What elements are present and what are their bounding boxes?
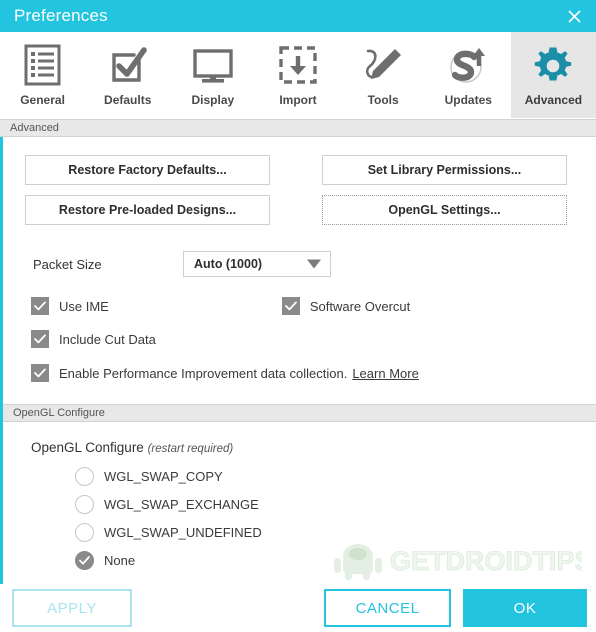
opengl-settings-button[interactable]: OpenGL Settings... [322, 195, 567, 225]
cancel-label: CANCEL [355, 599, 420, 617]
restore-preloaded-designs-label: Restore Pre-loaded Designs... [58, 203, 237, 217]
tab-display-label: Display [191, 93, 235, 107]
enable-performance-improvement-label: Enable Performance Improvement data coll… [59, 365, 348, 381]
software-overcut-checkbox[interactable] [281, 297, 300, 315]
radio-wgl-swap-undefined-label: WGL_SWAP_UNDEFINED [104, 525, 262, 540]
monitor-icon [191, 43, 235, 89]
restore-factory-defaults-label: Restore Factory Defaults... [68, 163, 227, 177]
check-glyph [34, 301, 46, 311]
opengl-pane: OpenGL Configure (restart required) WGL_… [3, 422, 596, 570]
action-buttons-right: Set Library Permissions... OpenGL Settin… [322, 155, 567, 225]
action-buttons-left: Restore Factory Defaults... Restore Pre-… [25, 155, 270, 225]
use-ime-checkbox[interactable] [31, 297, 49, 315]
software-overcut-group: Software Overcut [281, 297, 411, 315]
s-update-arrow-icon [446, 43, 490, 89]
set-library-permissions-label: Set Library Permissions... [367, 163, 522, 177]
opengl-settings-label: OpenGL Settings... [388, 203, 501, 217]
tab-tools[interactable]: Tools [341, 32, 426, 118]
check-glyph [79, 556, 90, 565]
section-header-opengl-label: OpenGL Configure [13, 407, 105, 419]
checkbox-row-1: Use IME Software Overcut [3, 277, 596, 315]
opengl-configure-title: OpenGL Configure (restart required) [3, 422, 596, 455]
tab-display[interactable]: Display [170, 32, 255, 118]
apply-button[interactable]: APPLY [12, 589, 132, 627]
use-ime-label: Use IME [59, 298, 109, 314]
enable-performance-improvement-checkbox[interactable] [31, 364, 49, 382]
close-glyph [567, 9, 581, 23]
section-header-advanced-label: Advanced [10, 122, 59, 134]
radio-wgl-swap-undefined[interactable]: WGL_SWAP_UNDEFINED [3, 523, 596, 542]
tab-general-label: General [20, 93, 65, 107]
packet-size-label: Packet Size [33, 256, 102, 272]
tab-advanced[interactable]: Advanced [510, 32, 596, 118]
software-overcut-label: Software Overcut [309, 298, 411, 314]
radio-wgl-swap-copy[interactable]: WGL_SWAP_COPY [3, 467, 596, 486]
preferences-dialog: Preferences General Defaults Display Imp… [0, 0, 596, 632]
tab-advanced-label: Advanced [524, 93, 583, 107]
list-document-icon [22, 43, 64, 89]
packet-size-select[interactable]: Auto (1000) [183, 251, 331, 277]
chevron-down-icon [307, 259, 321, 269]
opengl-configure-hint: (restart required) [147, 443, 234, 455]
packet-size-value: Auto (1000) [194, 257, 263, 271]
radio-circle [75, 495, 94, 514]
apply-label: APPLY [47, 599, 97, 617]
tab-strip: General Defaults Display Import Tools Up… [0, 32, 596, 119]
include-cut-data-label: Include Cut Data [59, 331, 156, 347]
radio-wgl-swap-exchange-label: WGL_SWAP_EXCHANGE [104, 497, 259, 512]
gear-icon [532, 43, 574, 89]
ok-label: OK [513, 599, 537, 617]
window-title: Preferences [14, 6, 108, 25]
include-cut-data-checkbox[interactable] [31, 330, 49, 348]
checkbox-check-icon [107, 43, 149, 89]
checkbox-row-3: Enable Performance Improvement data coll… [3, 348, 596, 382]
tab-tools-label: Tools [367, 93, 399, 107]
learn-more-link[interactable]: Learn More [352, 366, 418, 381]
tab-import-label: Import [279, 93, 317, 107]
tab-general[interactable]: General [0, 32, 85, 118]
restore-factory-defaults-button[interactable]: Restore Factory Defaults... [25, 155, 270, 185]
tab-defaults[interactable]: Defaults [85, 32, 170, 118]
radio-wgl-swap-exchange[interactable]: WGL_SWAP_EXCHANGE [3, 495, 596, 514]
close-icon[interactable] [552, 0, 596, 32]
tab-import[interactable]: Import [255, 32, 340, 118]
radio-circle-selected [75, 551, 94, 570]
tab-updates-label: Updates [444, 93, 492, 107]
opengl-configure-title-text: OpenGL Configure [31, 440, 144, 455]
dialog-footer: APPLY CANCEL OK [0, 584, 596, 632]
radio-wgl-swap-copy-label: WGL_SWAP_COPY [104, 469, 223, 484]
tab-defaults-label: Defaults [104, 93, 152, 107]
radio-none-label: None [104, 553, 136, 568]
packet-size-row: Packet Size Auto (1000) [3, 225, 596, 277]
check-glyph [284, 301, 297, 311]
dialog-body: Restore Factory Defaults... Restore Pre-… [0, 137, 596, 632]
restore-preloaded-designs-button[interactable]: Restore Pre-loaded Designs... [25, 195, 270, 225]
import-download-icon [277, 43, 319, 89]
title-bar: Preferences [0, 0, 596, 32]
cancel-button[interactable]: CANCEL [324, 589, 451, 627]
radio-circle [75, 467, 94, 486]
ok-button[interactable]: OK [463, 589, 587, 627]
advanced-pane: Restore Factory Defaults... Restore Pre-… [3, 137, 596, 404]
action-buttons-grid: Restore Factory Defaults... Restore Pre-… [3, 137, 596, 225]
check-glyph [34, 368, 46, 378]
radio-circle [75, 523, 94, 542]
pencil-curve-icon [361, 43, 405, 89]
check-glyph [34, 334, 46, 344]
tab-updates[interactable]: Updates [426, 32, 511, 118]
radio-none[interactable]: None [3, 551, 596, 570]
set-library-permissions-button[interactable]: Set Library Permissions... [322, 155, 567, 185]
section-header-advanced: Advanced [0, 119, 596, 137]
checkbox-row-2: Include Cut Data [3, 315, 596, 348]
section-header-opengl: OpenGL Configure [3, 404, 596, 422]
